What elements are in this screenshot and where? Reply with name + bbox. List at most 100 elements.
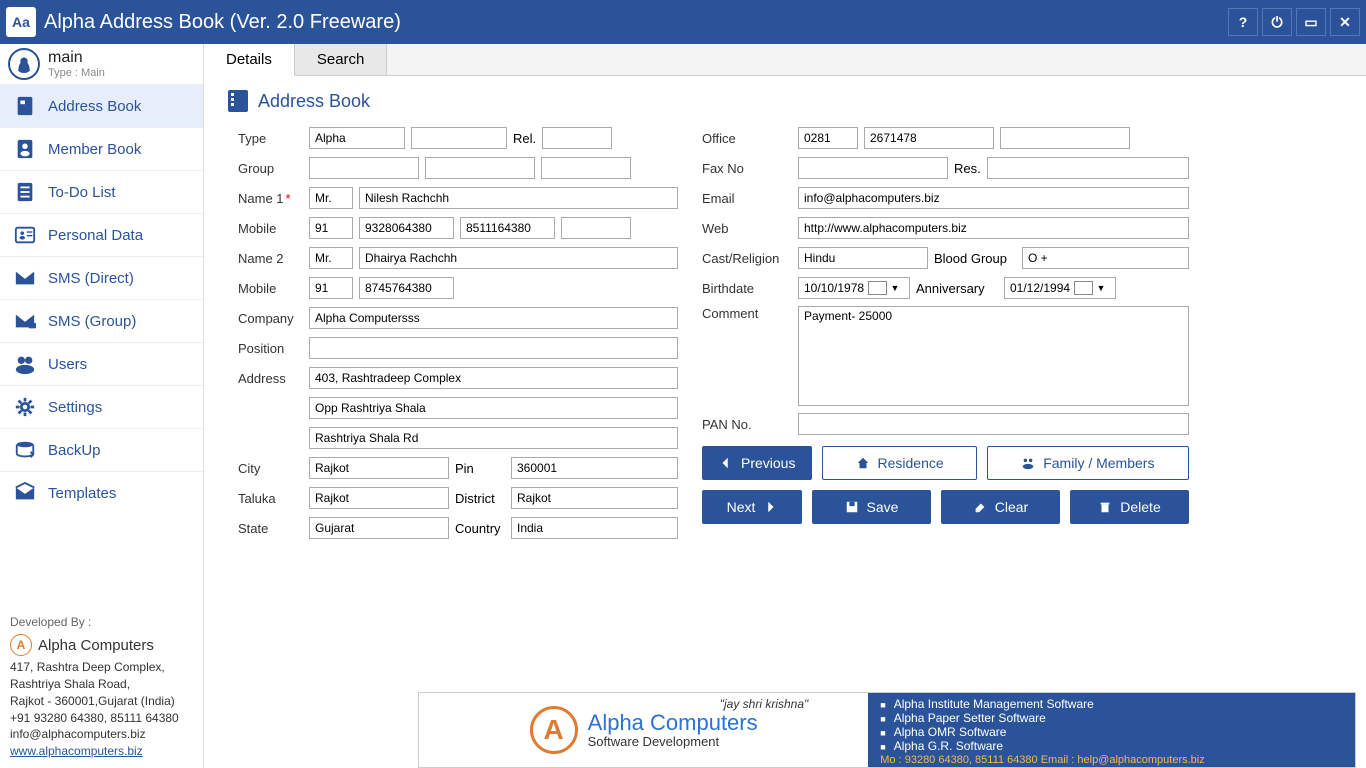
addr1-input[interactable] [309,367,678,389]
sidebar-item-label: Settings [48,399,102,416]
banner-slogan: "jay shri krishna" [720,697,809,711]
home-icon [856,456,870,470]
tab-search[interactable]: Search [295,44,388,75]
pin-input[interactable] [511,457,678,479]
previous-button[interactable]: Previous [702,446,812,480]
save-button[interactable]: Save [812,490,931,524]
form-right-column: Office Fax No Res. Email Web Cast/Religi… [702,126,1189,546]
group-label: Group [238,161,303,176]
name2-label: Name 2 [238,251,303,266]
help-button[interactable]: ? [1228,8,1258,36]
clear-button[interactable]: Clear [941,490,1060,524]
office-b-input[interactable] [864,127,994,149]
group2-input[interactable] [425,157,535,179]
comment-input[interactable]: Payment- 25000 [798,306,1189,406]
banner-subtitle: Software Development [588,734,758,749]
maximize-button[interactable]: ▭ [1296,8,1326,36]
birthdate-input[interactable]: 10/10/1978▼ [798,277,910,299]
name1-input[interactable] [359,187,678,209]
name2-input[interactable] [359,247,678,269]
close-button[interactable]: ✕ [1330,8,1360,36]
group1-input[interactable] [309,157,419,179]
blood-input[interactable] [1022,247,1189,269]
pan-input[interactable] [798,413,1189,435]
district-input[interactable] [511,487,678,509]
mobile1b-input[interactable] [460,217,555,239]
sidebar-item-sms-group[interactable]: SMS (Group) [0,299,203,342]
city-input[interactable] [309,457,449,479]
sidebar-item-sms-direct[interactable]: SMS (Direct) [0,256,203,299]
delete-button[interactable]: Delete [1070,490,1189,524]
email-input[interactable] [798,187,1189,209]
name1-title-input[interactable] [309,187,353,209]
address-label: Address [238,371,303,386]
name2-title-input[interactable] [309,247,353,269]
company-addr1: 417, Rashtra Deep Complex, [10,659,193,676]
sidebar-item-backup[interactable]: BackUp [0,428,203,471]
sidebar-item-label: SMS (Direct) [48,270,134,287]
fax-input[interactable] [798,157,948,179]
sidebar-item-users[interactable]: Users [0,342,203,385]
backup-icon [12,439,38,461]
sidebar-item-label: Member Book [48,141,141,158]
mobile2-label: Mobile [238,281,303,296]
banner-right: Alpha Institute Management Software Alph… [868,693,1355,767]
mobile1-cc-input[interactable] [309,217,353,239]
sidebar-item-settings[interactable]: Settings [0,385,203,428]
sidebar-item-label: SMS (Group) [48,313,136,330]
sidebar-item-personal-data[interactable]: Personal Data [0,213,203,256]
office-label: Office [702,131,792,146]
sidebar-item-label: BackUp [48,442,101,459]
tab-details[interactable]: Details [204,44,295,76]
fax-label: Fax No [702,161,792,176]
country-input[interactable] [511,517,678,539]
next-button[interactable]: Next [702,490,802,524]
mobile2-cc-input[interactable] [309,277,353,299]
web-input[interactable] [798,217,1189,239]
mobile2a-input[interactable] [359,277,454,299]
power-button[interactable]: ⏻ [1262,8,1292,36]
sidebar-item-label: Templates [48,485,116,502]
res-input[interactable] [987,157,1189,179]
app-title: Alpha Address Book (Ver. 2.0 Freeware) [44,11,1228,34]
anniversary-input[interactable]: 01/12/1994▼ [1004,277,1116,299]
company-web-link[interactable]: www.alphacomputers.biz [10,743,193,760]
mobile1c-input[interactable] [561,217,631,239]
user-type: Type : Main [48,67,105,79]
app-icon: Aa [6,7,36,37]
company-input[interactable] [309,307,678,329]
position-input[interactable] [309,337,678,359]
taluka-input[interactable] [309,487,449,509]
office-c-input[interactable] [1000,127,1130,149]
email-label: Email [702,191,792,206]
type2-input[interactable] [411,127,507,149]
family-button[interactable]: Family / Members [987,446,1189,480]
rel-input[interactable] [542,127,612,149]
sidebar-item-address-book[interactable]: Address Book [0,84,203,127]
group3-input[interactable] [541,157,631,179]
type-input[interactable] [309,127,405,149]
personal-data-icon [12,224,38,246]
birthdate-label: Birthdate [702,281,792,296]
state-input[interactable] [309,517,449,539]
company-logo-icon: A [10,634,32,656]
office-a-input[interactable] [798,127,858,149]
company-phone: +91 93280 64380, 85111 64380 [10,710,193,727]
sidebar-item-templates[interactable]: Templates [0,471,203,514]
save-icon [845,500,859,514]
sidebar-item-member-book[interactable]: Member Book [0,127,203,170]
gear-icon [12,396,38,418]
banner-product: Alpha Paper Setter Software [880,711,1343,725]
sidebar-item-todo[interactable]: To-Do List [0,170,203,213]
addr2-input[interactable] [309,397,678,419]
calendar-icon [1074,281,1092,295]
mobile1a-input[interactable] [359,217,454,239]
sms-direct-icon [12,267,38,289]
user-name: main [48,49,105,67]
mobile1-label: Mobile [238,221,303,236]
residence-button[interactable]: Residence [822,446,976,480]
cast-input[interactable] [798,247,928,269]
addr3-input[interactable] [309,427,678,449]
chevron-left-icon [719,456,733,470]
company-name: Alpha Computers [38,635,154,656]
